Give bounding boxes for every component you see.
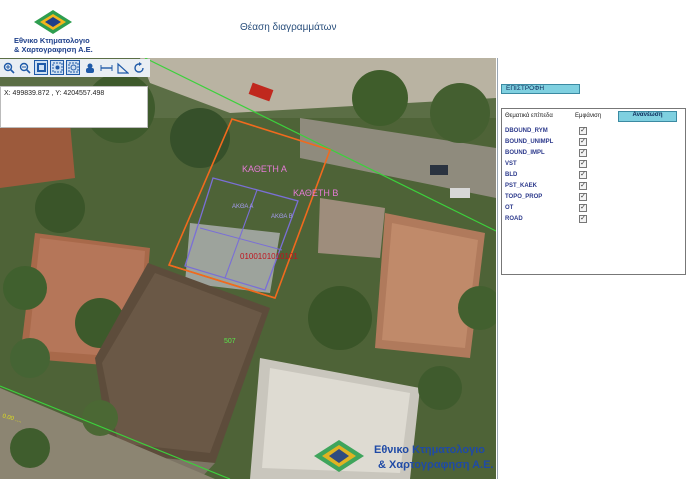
header: Εθνικο Κτηματολογιο & Χαρτογραφηση Α.Ε. …	[0, 0, 689, 58]
back-button[interactable]: ΕΠΙΣΤΡΟΦΗ	[501, 84, 580, 94]
coordinate-text: X: 499839.872 , Y: 4204557.498	[4, 90, 105, 97]
layers-panel: ΕΠΙΣΤΡΟΦΗ Θεματικά επίπεδα Εμφάνιση Αναν…	[497, 58, 689, 479]
watermark-logo-icon	[314, 440, 364, 472]
logo-text-line1: Εθνικο Κτηματολογιο	[14, 36, 90, 45]
layer-row: BOUND_UNIMPL ✓	[505, 138, 683, 148]
layer-name: BLD	[505, 172, 518, 178]
map-label-zone-a: ΑΚΘΑ Α	[232, 204, 254, 210]
layer-name: ROAD	[505, 216, 523, 222]
layer-name: OT	[505, 205, 514, 211]
map-label-katheti-a: ΚΑΘΕΤΗ Α	[242, 164, 287, 174]
watermark-text-line1: Εθνικο Κτηματολογιο	[374, 444, 485, 456]
map-label-507: 507	[224, 338, 236, 345]
layer-visibility-checkbox[interactable]: ✓	[579, 171, 587, 179]
layer-visibility-checkbox[interactable]: ✓	[579, 149, 587, 157]
layer-row: PST_KAEK ✓	[505, 182, 683, 192]
layer-visibility-checkbox[interactable]: ✓	[579, 204, 587, 212]
layers-column-header: Θεματικά επίπεδα	[505, 113, 553, 119]
layer-visibility-checkbox[interactable]: ✓	[579, 138, 587, 146]
zoom-fit-icon[interactable]	[66, 60, 80, 75]
layer-visibility-checkbox[interactable]: ✓	[579, 193, 587, 201]
coordinate-readout: X: 499839.872 , Y: 4204557.498	[0, 86, 148, 128]
map-toolbar	[0, 59, 150, 77]
layer-row: BLD ✓	[505, 171, 683, 181]
measure-area-icon[interactable]	[116, 60, 130, 75]
layer-name: TOPO_PROP	[505, 194, 543, 200]
zoom-out-icon[interactable]	[18, 60, 32, 75]
zoom-box-icon[interactable]	[50, 60, 64, 75]
logo-mark-icon	[34, 10, 72, 34]
layer-name: PST_KAEK	[505, 183, 538, 189]
layer-visibility-checkbox[interactable]: ✓	[579, 160, 587, 168]
layer-visibility-checkbox[interactable]: ✓	[579, 182, 587, 190]
map-label-plot-code: 0100101010101	[240, 252, 298, 261]
layer-row: DBOUND_RYM ✓	[505, 127, 683, 137]
layer-name: BOUND_IMPL	[505, 150, 545, 156]
layers-list: Θεματικά επίπεδα Εμφάνιση Ανανέωση DBOUN…	[501, 108, 686, 275]
layer-visibility-checkbox[interactable]: ✓	[579, 215, 587, 223]
layer-row: ROAD ✓	[505, 215, 683, 225]
map-label-zone-b: ΑΚΘΑ Β	[271, 214, 293, 220]
full-extent-icon[interactable]	[34, 60, 48, 75]
layer-name: BOUND_UNIMPL	[505, 139, 554, 145]
layer-name: VST	[505, 161, 517, 167]
layer-row: VST ✓	[505, 160, 683, 170]
layer-name: DBOUND_RYM	[505, 128, 548, 134]
display-column-header: Εμφάνιση	[575, 113, 602, 119]
logo-text-line2: & Χαρτογραφηση Α.Ε.	[14, 45, 93, 54]
layer-row: OT ✓	[505, 204, 683, 214]
refresh-icon[interactable]	[132, 60, 146, 75]
zoom-in-icon[interactable]	[2, 60, 16, 75]
layer-row: TOPO_PROP ✓	[505, 193, 683, 203]
pan-icon[interactable]	[83, 60, 97, 75]
map-label-katheti-b: ΚΑΘΕΤΗ Β	[293, 188, 339, 198]
watermark-text-line2: & Χαρτογραφηση Α.Ε.	[378, 459, 494, 471]
page-title: Θέαση διαγραμμάτων	[240, 22, 337, 33]
refresh-layers-button[interactable]: Ανανέωση	[618, 111, 677, 122]
layer-visibility-checkbox[interactable]: ✓	[579, 127, 587, 135]
measure-distance-icon[interactable]	[99, 60, 113, 75]
layer-row: BOUND_IMPL ✓	[505, 149, 683, 159]
